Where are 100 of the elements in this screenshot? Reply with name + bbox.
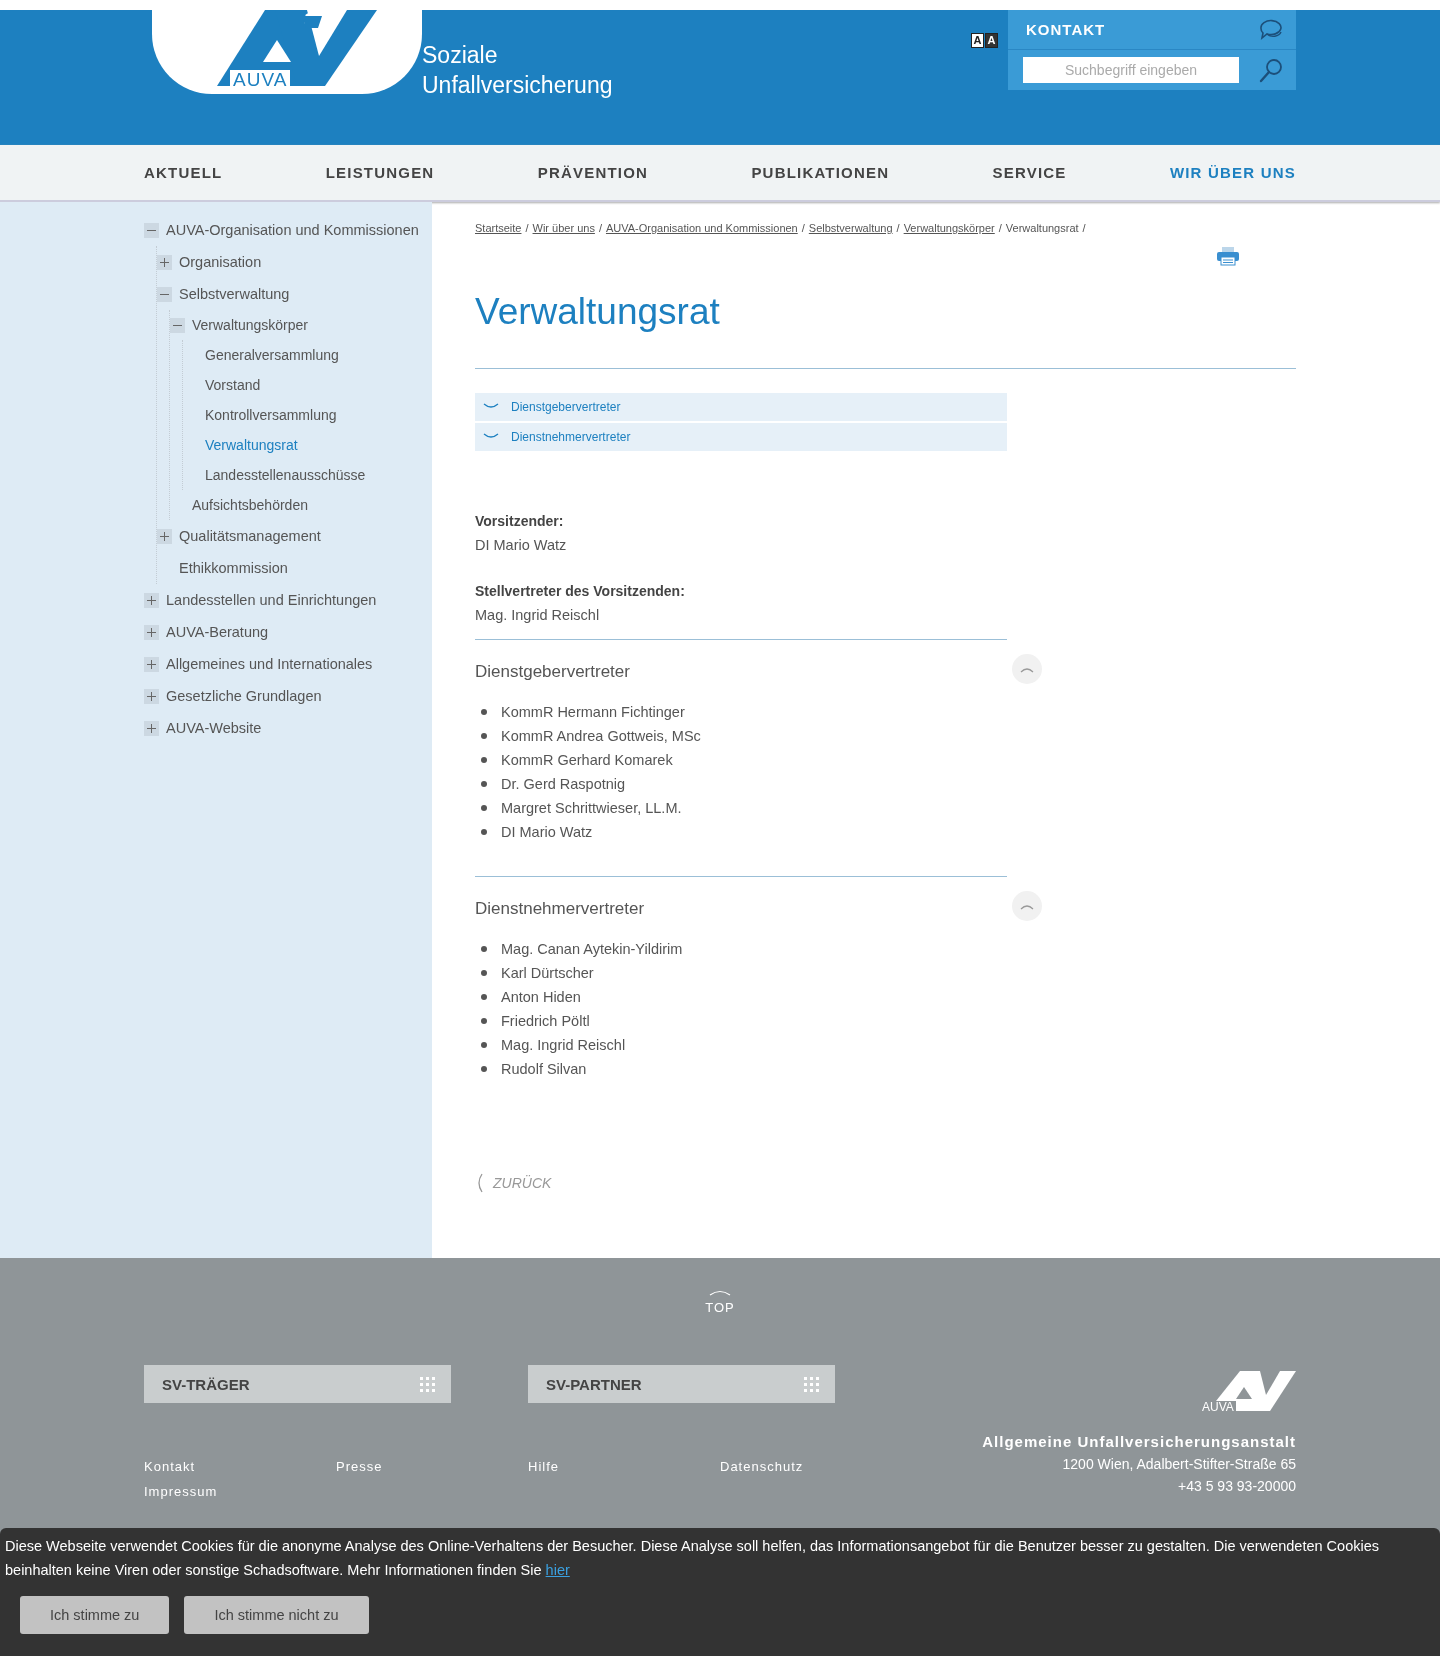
member-name: Friedrich Pöltl (501, 1013, 590, 1029)
tree-item[interactable]: Kontrollversammlung (205, 407, 337, 423)
tree-item[interactable]: Allgemeines und Internationales (166, 656, 373, 672)
plus-icon[interactable] (144, 720, 159, 736)
tree-item[interactable]: Vorstand (205, 377, 261, 393)
breadcrumb-current: Verwaltungsrat (1005, 222, 1079, 234)
bullet-icon (481, 829, 487, 835)
tree-item[interactable]: Aufsichtsbehörden (192, 497, 308, 513)
breadcrumb-link[interactable]: Wir über uns (532, 222, 595, 234)
chevron-up-icon (709, 1288, 731, 1296)
tree-item[interactable]: Landesstellen und Einrichtungen (166, 592, 377, 608)
nav-item[interactable]: LEISTUNGEN (325, 164, 435, 181)
tagline: Soziale Unfallversicherung (422, 41, 613, 100)
search-field[interactable]: Suchbegriff eingeben (1023, 57, 1239, 83)
nav-item[interactable]: AKTUELL (144, 164, 223, 181)
plus-icon[interactable] (157, 254, 172, 270)
breadcrumb-separator: / (801, 222, 805, 234)
section-heading: Dienstgebervertreter (475, 662, 630, 682)
chevron-down-icon (483, 433, 499, 441)
search-icon (1258, 57, 1284, 83)
breadcrumb-separator: / (896, 222, 900, 234)
address-line: 1200 Wien, Adalbert-Stifter-Straße 65 (1062, 1456, 1296, 1472)
accordion-label: Dienstgebervertreter (511, 400, 621, 414)
grid-icon (804, 1376, 819, 1392)
member-name: Dr. Gerd Raspotnig (501, 776, 626, 792)
breadcrumb-separator: / (525, 222, 529, 234)
footer-logo: AUVA (1200, 1369, 1296, 1415)
chevron-left-icon (475, 1173, 483, 1193)
tree-item[interactable]: Gesetzliche Grundlagen (166, 688, 322, 704)
font-size-button[interactable]: A (985, 33, 998, 48)
member-name: Mag. Ingrid Reischl (501, 1037, 626, 1053)
plus-icon[interactable] (144, 688, 159, 704)
member-name: KommR Andrea Gottweis, MSc (501, 728, 701, 744)
tree-item[interactable]: AUVA-Website (166, 720, 262, 736)
section-heading: Dienstnehmervertreter (475, 899, 645, 919)
breadcrumb-link[interactable]: AUVA-Organisation und Kommissionen (605, 222, 798, 234)
plus-icon[interactable] (144, 624, 159, 640)
accordion-label: Dienstnehmervertreter (511, 430, 631, 444)
dropdown-button[interactable]: SV-PARTNER (528, 1365, 835, 1403)
page-title: Verwaltungsrat (475, 290, 721, 334)
member-name: DI Mario Watz (501, 824, 593, 840)
tree-item[interactable]: Verwaltungskörper (192, 317, 308, 333)
bullet-icon (481, 994, 487, 1000)
accordion-item[interactable]: Dienstgebervertreter (475, 393, 1007, 421)
breadcrumb-separator: / (598, 222, 602, 234)
nav-item[interactable]: PRÄVENTION (537, 164, 649, 181)
bullet-icon (481, 1042, 487, 1048)
tree-item[interactable]: Organisation (179, 254, 262, 270)
member-name: Karl Dürtscher (501, 965, 594, 981)
breadcrumb-link[interactable]: Verwaltungskörper (903, 222, 995, 234)
nav-item[interactable]: SERVICE (992, 164, 1067, 181)
accordion-item[interactable]: Dienstnehmervertreter (475, 423, 1007, 451)
member-name: Rudolf Silvan (501, 1061, 587, 1077)
consent-button[interactable]: Ich stimme nicht zu (184, 1596, 369, 1634)
speech-bubble-icon (1258, 18, 1284, 41)
role-name: Mag. Ingrid Reischl (475, 606, 601, 625)
breadcrumb-link[interactable]: Startseite (475, 222, 522, 234)
member-name: KommR Hermann Fichtinger (501, 704, 685, 720)
member-name: Mag. Canan Aytekin-Yildirim (501, 941, 683, 957)
chevron-up-icon (1020, 665, 1034, 673)
tree-item[interactable]: Ethikkommission (179, 560, 288, 576)
member-name: KommR Gerhard Komarek (501, 752, 673, 768)
chevron-down-icon (483, 403, 499, 411)
breadcrumb-link[interactable]: Selbstverwaltung (808, 222, 893, 234)
tree-item[interactable]: AUVA-Beratung (166, 624, 269, 640)
bullet-icon (481, 709, 487, 715)
tree-item[interactable]: Landesstellenausschüsse (205, 467, 366, 483)
cookie-text: Diese Webseite verwendet Cookies für die anonyme Analyse des Online-Verhaltens der Besucher. Diese Analyse soll helfen, das Informationsangebot für die Benutzer besser zu gestalten. Die verwendeten Cookies beinhalten keine Viren oder sonstige Schadsoftware. Mehr Informationen finden Sie hier (5, 1537, 1380, 1580)
bullet-icon (481, 1018, 487, 1024)
nav-item[interactable]: WIR ÜBER UNS (1169, 164, 1296, 181)
tree-item[interactable]: Qualitätsmanagement (179, 528, 321, 544)
chevron-up-icon (1020, 902, 1034, 910)
font-size-button[interactable]: A (971, 33, 984, 48)
plus-icon[interactable] (144, 656, 159, 672)
minus-icon[interactable] (170, 317, 185, 333)
minus-icon[interactable] (157, 286, 172, 302)
plus-icon[interactable] (157, 528, 172, 544)
breadcrumb-separator: / (998, 222, 1002, 234)
bullet-icon (481, 733, 487, 739)
grid-icon (420, 1376, 435, 1392)
member-name: Margret Schrittwieser, LL.M. (501, 800, 682, 816)
nav-item[interactable]: PUBLIKATIONEN (751, 164, 890, 181)
bullet-icon (481, 1066, 487, 1072)
bullet-icon (481, 970, 487, 976)
minus-icon[interactable] (144, 222, 159, 238)
dropdown-button[interactable]: SV-TRÄGER (144, 1365, 451, 1403)
bullet-icon (481, 757, 487, 763)
consent-button[interactable]: Ich stimme zu (20, 1596, 170, 1634)
role-label: Stellvertreter des Vorsitzenden: (475, 582, 686, 601)
role-label: Vorsitzender: (475, 512, 565, 531)
member-name: Anton Hiden (501, 989, 581, 1005)
tree-item[interactable]: Verwaltungsrat (205, 437, 298, 453)
bullet-icon (481, 805, 487, 811)
organization-name: Allgemeine Unfallversicherungsanstalt (982, 1433, 1296, 1450)
tree-item[interactable]: Generalversammlung (205, 347, 339, 363)
plus-icon[interactable] (144, 592, 159, 608)
tree-item[interactable]: AUVA-Organisation und Kommissionen (166, 222, 419, 238)
tree-item[interactable]: Selbstverwaltung (179, 286, 290, 302)
cookie-info-link[interactable]: hier (545, 1562, 570, 1578)
logo-text: AUVA (230, 70, 291, 89)
